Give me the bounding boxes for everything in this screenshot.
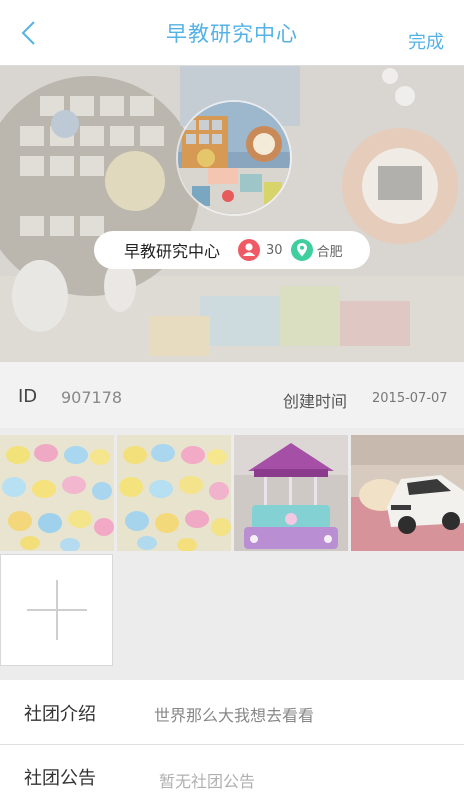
org-info-pill: 早教研究中心 30 合肥 [94, 231, 370, 269]
top-bar: 早教研究中心 完成 [0, 0, 464, 66]
photo-thumbnail[interactable] [0, 435, 114, 551]
created-time-value: 2015-07-07 [372, 391, 448, 406]
org-name: 早教研究中心 [124, 242, 221, 261]
id-row: ID 907178 创建时间 2015-07-07 [0, 362, 464, 428]
notice-label: 社团公告 [24, 768, 96, 789]
member-count: 30 [266, 242, 283, 258]
city-label: 合肥 [316, 244, 343, 260]
location-pin-icon [290, 239, 313, 261]
photo-strip [0, 435, 464, 551]
cover-banner[interactable]: 早教研究中心 30 合肥 [0, 66, 464, 362]
org-avatar[interactable] [176, 100, 292, 216]
notice-row[interactable]: 社团公告 暂无社团公告 [0, 745, 464, 800]
intro-row[interactable]: 社团介绍 世界那么大我想去看看 [0, 680, 464, 744]
created-time-label: 创建时间 [283, 392, 348, 411]
id-value: 907178 [61, 388, 123, 407]
intro-value: 世界那么大我想去看看 [154, 706, 315, 725]
add-photo-button[interactable] [0, 554, 113, 666]
photo-thumbnail[interactable] [234, 435, 348, 551]
done-button[interactable]: 完成 [408, 28, 444, 54]
intro-label: 社团介绍 [24, 704, 96, 725]
photo-thumbnail[interactable] [117, 435, 231, 551]
people-icon [238, 239, 261, 261]
id-label: ID [18, 386, 38, 407]
page-title: 早教研究中心 [166, 22, 298, 46]
photo-thumbnail[interactable] [351, 435, 464, 551]
notice-value: 暂无社团公告 [159, 772, 256, 791]
